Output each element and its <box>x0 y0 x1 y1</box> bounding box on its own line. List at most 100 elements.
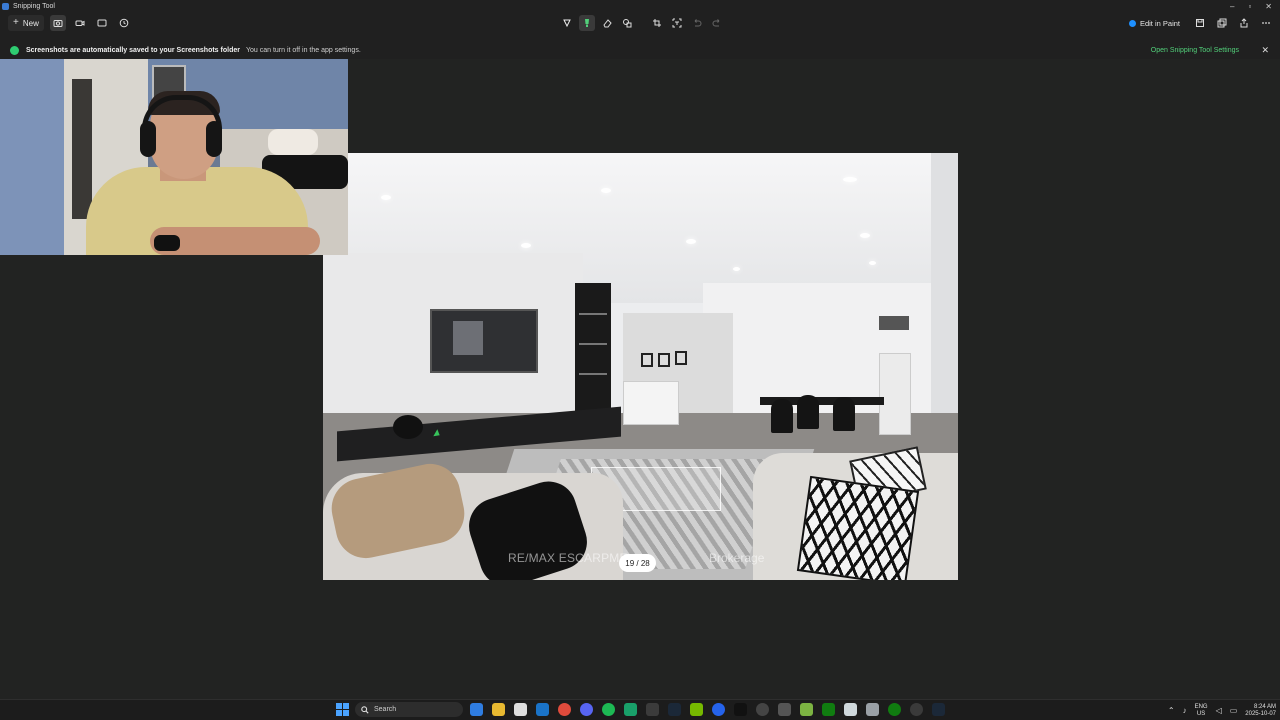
dining-chair <box>833 397 855 431</box>
notepad-icon[interactable] <box>800 703 813 716</box>
epic-games-icon[interactable] <box>734 703 747 716</box>
language-code: ENG <box>1194 703 1208 710</box>
screenshot-mode-button[interactable] <box>49 15 66 31</box>
photo-column <box>931 153 958 453</box>
edit-in-paint-button[interactable]: Edit in Paint <box>1123 15 1186 31</box>
share-icon <box>1240 18 1248 28</box>
nvidia-icon[interactable] <box>690 703 703 716</box>
share-button[interactable] <box>1236 15 1252 31</box>
webcam-pillow <box>268 129 318 155</box>
close-window-button[interactable]: ✕ <box>1265 2 1272 11</box>
toolbar-right-group: Edit in Paint <box>1123 15 1274 31</box>
photo-bookshelf <box>575 283 611 423</box>
photo-page-indicator: 19 / 28 <box>619 554 656 572</box>
shapes-button[interactable] <box>619 15 635 31</box>
more-options-button[interactable] <box>1258 15 1274 31</box>
photo-ac-unit <box>879 353 911 435</box>
clock-date: 2025-10-07 <box>1245 710 1276 717</box>
save-icon <box>1196 19 1204 27</box>
notification-title: Screenshots are automatically saved to y… <box>26 47 240 54</box>
dismiss-notification-button[interactable]: ✕ <box>1261 45 1269 56</box>
snipping-tool-app-icon <box>2 2 9 10</box>
app-icon[interactable] <box>624 703 637 716</box>
app-icon[interactable] <box>712 703 725 716</box>
pot-light <box>521 243 531 248</box>
copy-button[interactable] <box>1214 15 1230 31</box>
pot-light <box>686 239 696 244</box>
undo-icon <box>694 19 702 27</box>
snip-shape-dropdown[interactable] <box>94 15 110 31</box>
store-app-icon[interactable] <box>514 703 527 716</box>
taskbar-search[interactable]: Search <box>355 702 463 717</box>
calculator-icon[interactable] <box>866 703 879 716</box>
app-icon[interactable] <box>646 703 659 716</box>
app-icon[interactable] <box>778 703 791 716</box>
toolbar-left-group: + New <box>8 15 132 31</box>
microphone-icon[interactable]: ♪ <box>1183 706 1187 715</box>
eraser-button[interactable] <box>599 15 615 31</box>
title-bar: Snipping Tool – ▫ ✕ <box>0 0 1280 12</box>
captured-listing-photo: RE/MAX ESCARPME Brokerage 19 / 28 <box>323 153 958 580</box>
system-tray: ⌃ ♪ ENG US ◁ ▭ 8:24 AM 2025-10-07 <box>1168 700 1276 720</box>
open-settings-link[interactable]: Open Snipping Tool Settings <box>1151 47 1239 54</box>
minimize-button[interactable]: – <box>1230 2 1234 11</box>
copilot-app-icon[interactable] <box>470 703 483 716</box>
maximize-button[interactable]: ▫ <box>1248 2 1251 11</box>
taskbar: Search ⌃ ♪ ENG US ◁ ▭ 8:24 AM 2025-10-07 <box>0 699 1280 720</box>
success-check-icon <box>10 46 19 55</box>
dining-chair <box>797 395 819 429</box>
windows-logo-icon <box>343 710 349 716</box>
eraser-icon <box>603 19 612 28</box>
wall-frame <box>675 351 687 365</box>
text-actions-icon <box>672 18 682 28</box>
redo-icon <box>712 19 720 27</box>
windows-logo-icon <box>336 710 342 716</box>
outlook-icon[interactable] <box>536 703 549 716</box>
highlighter-button[interactable] <box>579 15 595 31</box>
start-button[interactable] <box>336 703 349 716</box>
watermark-brokerage-suffix: Brokerage <box>709 551 765 565</box>
delay-timer-dropdown[interactable] <box>116 15 132 31</box>
crop-button[interactable] <box>649 15 665 31</box>
volume-icon[interactable]: ◁ <box>1216 706 1222 715</box>
new-snip-button[interactable]: + New <box>8 15 44 31</box>
discord-icon[interactable] <box>580 703 593 716</box>
input-language[interactable]: ENG US <box>1195 704 1208 718</box>
file-explorer-icon[interactable] <box>492 703 505 716</box>
chevron-up-icon[interactable]: ⌃ <box>1168 706 1175 715</box>
save-button[interactable] <box>1192 15 1208 31</box>
crop-icon <box>653 19 661 27</box>
xbox-icon[interactable] <box>888 703 901 716</box>
steam-icon[interactable] <box>668 703 681 716</box>
toolbar-markup-group <box>559 15 725 31</box>
windows-logo-icon <box>343 703 349 709</box>
shelf-line <box>579 373 607 375</box>
rectangle-snip-icon <box>97 19 107 27</box>
snipping-tool-taskbar-icon[interactable] <box>844 703 857 716</box>
ballpoint-pen-button[interactable] <box>559 15 575 31</box>
steam-icon[interactable] <box>932 703 945 716</box>
clock[interactable]: 8:24 AM 2025-10-07 <box>1245 704 1276 718</box>
photo-pillow <box>796 475 920 580</box>
text-actions-button[interactable] <box>669 15 685 31</box>
clock-icon <box>119 18 129 28</box>
taskbar-search-placeholder: Search <box>374 706 397 713</box>
app-icon[interactable] <box>910 703 923 716</box>
undo-button[interactable] <box>689 15 705 31</box>
record-mode-button[interactable] <box>72 15 88 31</box>
windows-logo-icon <box>336 703 342 709</box>
camera-icon <box>53 20 63 27</box>
redo-button[interactable] <box>709 15 725 31</box>
search-icon <box>361 705 369 714</box>
pot-light <box>860 233 870 238</box>
photo-kitchen-island <box>623 381 679 425</box>
excel-icon[interactable] <box>822 703 835 716</box>
notification-icon[interactable]: ▭ <box>1230 706 1238 715</box>
chrome-icon[interactable] <box>558 703 571 716</box>
chatgpt-icon[interactable] <box>756 703 769 716</box>
shapes-icon <box>623 19 632 28</box>
photo-tv-reflection <box>453 321 483 355</box>
wall-frame <box>658 353 670 367</box>
spotify-icon[interactable] <box>602 703 615 716</box>
pot-light <box>843 177 857 182</box>
